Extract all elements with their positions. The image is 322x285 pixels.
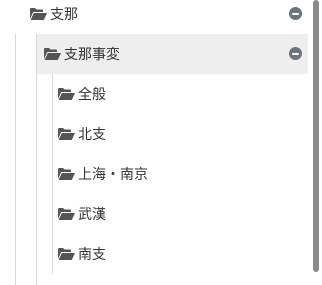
folder-open-icon bbox=[58, 168, 75, 180]
tree-node-child[interactable]: 支那事変 bbox=[37, 34, 308, 74]
tree-leaf-label: 全般 bbox=[78, 87, 106, 103]
folder-tree: 支那 支那事変 全般 北支 上海・南京 武漢 南支 bbox=[0, 0, 322, 285]
tree-leaf[interactable]: 南支 bbox=[58, 234, 308, 274]
tree-leaf-label: 武漢 bbox=[78, 207, 106, 223]
folder-open-icon bbox=[58, 128, 75, 140]
collapse-icon[interactable] bbox=[289, 7, 302, 20]
folder-open-icon bbox=[44, 48, 61, 60]
tree-leaf[interactable]: 武漢 bbox=[58, 194, 308, 234]
folder-open-icon bbox=[30, 8, 47, 20]
tree-guide-line bbox=[52, 74, 53, 274]
folder-open-icon bbox=[58, 248, 75, 260]
vertical-scrollbar[interactable] bbox=[313, 0, 319, 272]
tree-guide-line bbox=[15, 34, 16, 285]
tree-leaf-label: 南支 bbox=[78, 247, 106, 263]
tree-node-root[interactable]: 支那 bbox=[30, 0, 310, 34]
tree-leaf[interactable]: 上海・南京 bbox=[58, 154, 308, 194]
folder-open-icon bbox=[58, 88, 75, 100]
tree-leaf-label: 北支 bbox=[78, 127, 106, 143]
collapse-icon[interactable] bbox=[289, 47, 302, 60]
tree-node-label: 支那事変 bbox=[64, 47, 120, 63]
tree-leaf[interactable]: 北支 bbox=[58, 114, 308, 154]
tree-node-label: 支那 bbox=[50, 7, 78, 23]
tree-leaf[interactable]: 全般 bbox=[58, 74, 308, 114]
tree-leaf-label: 上海・南京 bbox=[78, 167, 148, 183]
folder-open-icon bbox=[58, 208, 75, 220]
